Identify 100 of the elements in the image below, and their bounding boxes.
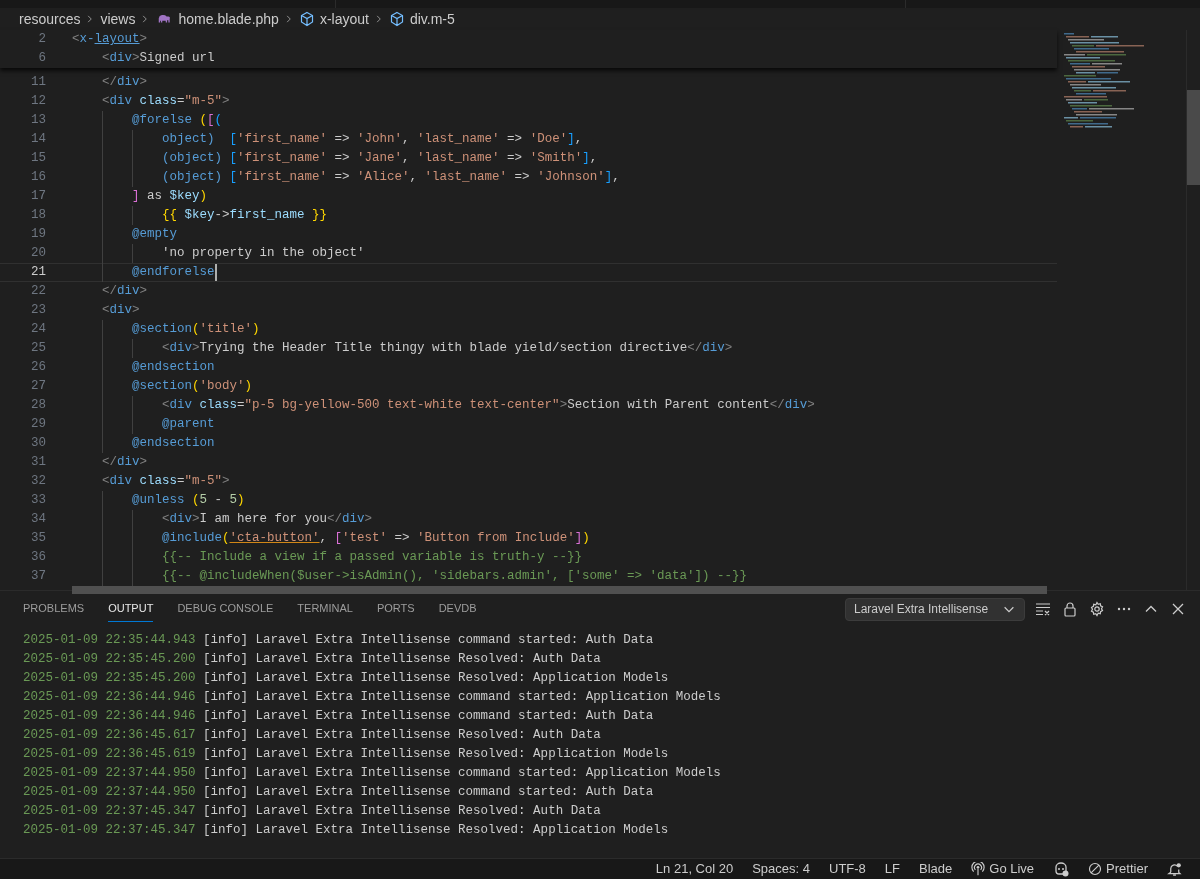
code-line: @endsection (132, 359, 215, 376)
circle-slash-icon (1088, 862, 1103, 876)
line-number: 35 (30, 530, 46, 548)
line-number: 37 (30, 568, 46, 586)
code-line: 'no property in the object' (162, 245, 365, 262)
code-line: @section('title') (132, 321, 260, 338)
panel-tab[interactable]: TERMINAL (297, 596, 353, 622)
code-line: @unless (5 - 5) (132, 492, 245, 509)
breadcrumb-item[interactable]: div.m-5 (409, 8, 455, 30)
line-number: 31 (30, 454, 46, 472)
code-line: object) ['first_name' => 'John', 'last_name' => 'Doe'], (162, 131, 583, 148)
text-cursor (214, 264, 217, 281)
log-line: 2025-01-09 22:36:45.619 [info] Laravel Extra Intellisense Resolved: Application Models (23, 746, 669, 763)
code-line: @parent (162, 416, 215, 433)
panel-tab[interactable]: PROBLEMS (23, 596, 85, 622)
line-number: 25 (30, 340, 46, 358)
code-line: @section('body') (132, 378, 253, 395)
log-line: 2025-01-09 22:37:44.950 [info] Laravel Extra Intellisense command started: Application Models (23, 765, 721, 782)
panel-tab[interactable]: DEVDB (438, 596, 477, 622)
log-line: 2025-01-09 22:36:44.946 [info] Laravel Extra Intellisense command started: Application Models (23, 689, 721, 706)
line-number: 26 (30, 359, 46, 377)
horizontal-scrollbar[interactable] (72, 586, 1047, 594)
code-line: @endsection (132, 435, 215, 452)
breadcrumb-item[interactable]: views (100, 8, 136, 30)
code-line: @empty (132, 226, 177, 243)
lock-icon[interactable] (1062, 601, 1078, 617)
line-number: 22 (30, 283, 46, 301)
go-live-button[interactable]: Go Live (971, 859, 1035, 879)
log-line: 2025-01-09 22:37:45.347 [info] Laravel Extra Intellisense Resolved: Application Models (23, 822, 669, 839)
log-line: 2025-01-09 22:35:45.200 [info] Laravel Extra Intellisense Resolved: Auth Data (23, 651, 601, 668)
line-number: 21 (30, 264, 46, 282)
channel-dropdown[interactable]: Laravel Extra Intellisense (845, 597, 1025, 621)
code-line: </div> (102, 454, 148, 471)
code-line: <div>Signed url (102, 50, 215, 67)
line-number: 13 (30, 112, 46, 130)
prettier-button[interactable]: Prettier (1088, 859, 1148, 879)
line-number: 36 (30, 549, 46, 567)
line-number: 20 (30, 245, 46, 263)
status-item[interactable]: Blade (919, 859, 953, 879)
status-item[interactable]: UTF-8 (829, 859, 866, 879)
code-line: <div class="m-5"> (102, 93, 230, 110)
code-line: </div> (102, 283, 148, 300)
code-line: {{ $key->first_name }} (162, 207, 328, 224)
code-line: <div class="m-5"> (102, 473, 230, 490)
code-line: @forelse ([( (132, 112, 223, 129)
clear-output-icon[interactable] (1035, 601, 1051, 617)
code-line: (object) ['first_name' => 'Jane', 'last_name' => 'Smith'], (162, 150, 598, 167)
line-number: 34 (30, 511, 46, 529)
line-number: 24 (30, 321, 46, 339)
line-number: 29 (30, 416, 46, 434)
line-number: 16 (30, 169, 46, 187)
broadcast-icon (971, 862, 986, 876)
breadcrumb-item[interactable]: home.blade.php (178, 8, 279, 30)
line-number: 11 (30, 74, 46, 92)
status-item[interactable]: LF (884, 859, 901, 879)
code-line: {{-- @includeWhen($user->isAdmin(), 'sidebars.admin', ['some' => 'data']) --}} (162, 568, 748, 585)
panel-tab[interactable]: DEBUG CONSOLE (177, 596, 274, 622)
code-line: <x-layout> (72, 31, 148, 48)
line-number: 15 (30, 150, 46, 168)
line-number: 28 (30, 397, 46, 415)
line-number: 23 (30, 302, 46, 320)
code-line: </div> (102, 74, 148, 91)
code-line: <div class="p-5 bg-yellow-500 text-white text-center">Section with Parent content</div> (162, 397, 815, 414)
line-number: 12 (30, 93, 46, 111)
line-number: 14 (30, 131, 46, 149)
panel-tab[interactable]: PORTS (376, 596, 415, 622)
code-line: {{-- Include a view if a passed variable is truth-y --}} (162, 549, 583, 566)
breadcrumb-item[interactable]: resources (19, 8, 81, 30)
panel-tab[interactable]: OUTPUT (108, 596, 154, 622)
breadcrumb-item[interactable]: x-layout (319, 8, 369, 30)
status-item[interactable]: Spaces: 4 (752, 859, 810, 879)
code-line: <div> (102, 302, 140, 319)
code-line: <div>I am here for you</div> (162, 511, 373, 528)
scrollbar-thumb[interactable] (1187, 90, 1200, 185)
line-number: 30 (30, 435, 46, 453)
line-number: 18 (30, 207, 46, 225)
cube-icon (298, 11, 315, 27)
log-line: 2025-01-09 22:37:45.347 [info] Laravel Extra Intellisense Resolved: Auth Data (23, 803, 601, 820)
code-line: @include('cta-button', ['test' => 'Button from Include']) (162, 530, 590, 547)
settings-icon[interactable] (1089, 601, 1105, 617)
log-line: 2025-01-09 22:37:44.950 [info] Laravel Extra Intellisense command started: Auth Data (23, 784, 654, 801)
status-item[interactable]: Ln 21, Col 20 (655, 859, 734, 879)
bell-icon[interactable] (1167, 861, 1182, 877)
line-number: 27 (30, 378, 46, 396)
log-line: 2025-01-09 22:36:45.617 [info] Laravel Extra Intellisense Resolved: Auth Data (23, 727, 601, 744)
code-line: ] as $key) (132, 188, 208, 205)
log-line: 2025-01-09 22:35:45.200 [info] Laravel Extra Intellisense Resolved: Application Models (23, 670, 669, 687)
line-number: 32 (30, 473, 46, 491)
log-line: 2025-01-09 22:36:44.946 [info] Laravel Extra Intellisense command started: Auth Data (23, 708, 654, 725)
log-line: 2025-01-09 22:35:44.943 [info] Laravel Extra Intellisense command started: Auth Data (23, 632, 654, 649)
line-number: 19 (30, 226, 46, 244)
code-line: @endforelse (132, 264, 215, 281)
code-line: <div>Trying the Header Title thingy with blade yield/section directive</div> (162, 340, 733, 357)
close-icon[interactable] (1170, 601, 1186, 617)
copilot-icon[interactable] (1053, 861, 1070, 877)
line-number: 6 (37, 50, 46, 68)
cube-icon (388, 11, 405, 27)
line-number: 33 (30, 492, 46, 510)
line-number: 2 (37, 31, 46, 49)
code-line: (object) ['first_name' => 'Alice', 'last_name' => 'Johnson'], (162, 169, 620, 186)
